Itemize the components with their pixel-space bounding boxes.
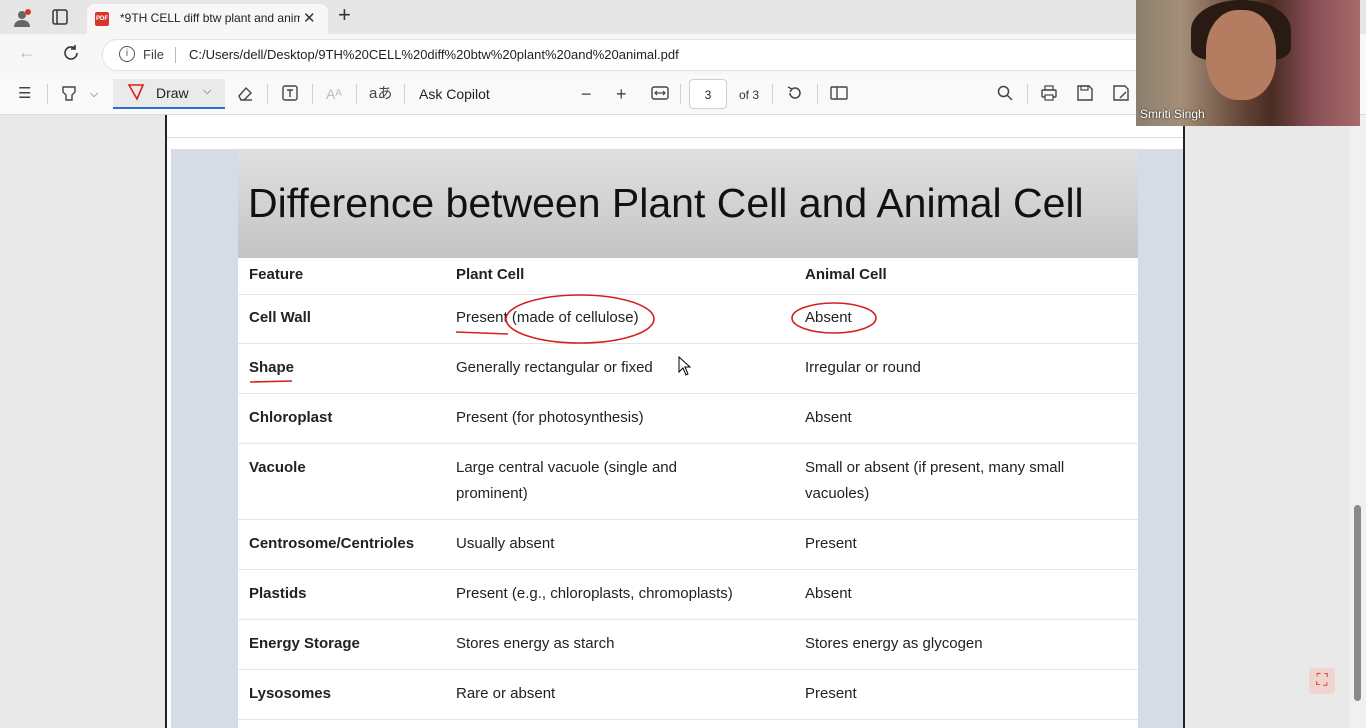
profile-icon[interactable] xyxy=(12,8,32,32)
toolbar-divider xyxy=(47,84,48,104)
cell-animal: Absent xyxy=(805,585,852,602)
new-tab-icon[interactable]: + xyxy=(338,4,351,26)
close-tab-icon[interactable]: ✕ xyxy=(303,9,316,27)
toolbar-divider xyxy=(817,84,818,104)
url-divider xyxy=(175,47,176,63)
cell-plant: Rare or absent xyxy=(456,685,556,702)
mouse-cursor-icon xyxy=(678,356,692,376)
chevron-down-icon[interactable]: ⌵ xyxy=(203,85,211,98)
url-text[interactable]: C:/Users/dell/Desktop/9TH%20CELL%20diff%… xyxy=(189,47,679,62)
table-row: Lysosomes Rare or absent Present xyxy=(238,669,1138,720)
cell-feature: Energy Storage xyxy=(249,635,360,652)
highlight-icon[interactable] xyxy=(60,84,78,108)
cell-animal: Irregular or round xyxy=(805,359,921,376)
zoom-out-icon[interactable]: − xyxy=(581,84,592,104)
zoom-in-icon[interactable]: + xyxy=(616,84,627,104)
read-aloud-icon: Aᴬ xyxy=(326,86,342,102)
ask-copilot-button[interactable]: Ask Copilot xyxy=(419,84,490,104)
rotate-icon[interactable] xyxy=(786,84,804,108)
page-total: of 3 xyxy=(739,88,760,102)
header-animal: Animal Cell xyxy=(805,266,887,283)
print-icon[interactable] xyxy=(1040,84,1058,108)
cell-feature: Chloroplast xyxy=(249,409,333,426)
search-icon[interactable] xyxy=(996,84,1014,108)
info-icon[interactable]: i xyxy=(119,46,135,62)
eraser-icon[interactable] xyxy=(236,84,254,108)
toolbar-divider xyxy=(404,84,405,104)
cell-feature: Cell Wall xyxy=(249,309,311,326)
cell-plant: Usually absent xyxy=(456,535,555,552)
toolbar-divider xyxy=(772,84,773,104)
toolbar-divider xyxy=(312,84,313,104)
header-plant: Plant Cell xyxy=(456,266,525,283)
pdf-page: Difference between Plant Cell and Animal… xyxy=(165,115,1185,728)
cell-feature: Lysosomes xyxy=(249,685,331,702)
webcam-person xyxy=(1206,10,1276,100)
table-row: Chloroplast Present (for photosynthesis)… xyxy=(238,393,1138,444)
file-label: File xyxy=(143,47,164,62)
refresh-icon[interactable] xyxy=(62,44,80,66)
table-row: Cell Wall Present (made of cellulose) Ab… xyxy=(238,294,1138,344)
cell-plant: Large central vacuole (single and promin… xyxy=(456,459,677,502)
document-viewer[interactable]: Difference between Plant Cell and Animal… xyxy=(0,115,1366,728)
cell-animal: Absent xyxy=(805,409,852,426)
page-view-icon[interactable] xyxy=(830,84,848,108)
pdf-icon: PDF xyxy=(95,12,109,26)
table-header-row: Feature Plant Cell Animal Cell xyxy=(238,258,1138,295)
cell-animal: Small or absent (if present, many small … xyxy=(805,459,1065,502)
toolbar-divider xyxy=(267,84,268,104)
translate-icon[interactable]: aあ xyxy=(369,84,392,104)
back-icon[interactable]: ← xyxy=(18,43,36,61)
fit-width-icon[interactable] xyxy=(651,84,669,108)
tab-active[interactable]: PDF *9TH CELL diff btw plant and anim ✕ xyxy=(87,4,328,34)
cell-feature: Shape xyxy=(249,359,295,376)
cell-animal: Present xyxy=(805,535,857,552)
page-divider xyxy=(167,137,1183,138)
cell-plant: Present (e.g., chloroplasts, chromoplast… xyxy=(456,585,733,602)
title-band: Difference between Plant Cell and Animal… xyxy=(238,150,1138,258)
page-number-input[interactable]: 3 xyxy=(689,79,727,109)
cell-plant: Generally rectangular or fixed xyxy=(456,359,653,376)
webcam-name-label: Smriti Singh xyxy=(1140,107,1205,121)
slide: Difference between Plant Cell and Animal… xyxy=(238,150,1138,728)
header-feature: Feature xyxy=(249,266,304,283)
scrollbar[interactable] xyxy=(1350,115,1366,728)
draw-label: Draw xyxy=(156,85,189,101)
cell-plant: Present (for photosynthesis) xyxy=(456,409,644,426)
webcam-overlay: Smriti Singh xyxy=(1136,0,1360,126)
draw-button[interactable]: Draw ⌵ xyxy=(113,79,225,109)
cell-plant: Present (made of cellulose) xyxy=(456,309,639,326)
save-icon[interactable] xyxy=(1076,84,1094,108)
cell-plant: Stores energy as starch xyxy=(456,635,615,652)
cell-animal: Stores energy as glycogen xyxy=(805,635,983,652)
table-row: Centrosome/Centrioles Usually absent Pre… xyxy=(238,519,1138,570)
cell-feature: Plastids xyxy=(249,585,307,602)
table-row: Vacuole Large central vacuole (single an… xyxy=(238,443,1138,520)
save-as-icon[interactable] xyxy=(1112,84,1130,108)
cell-animal: Absent xyxy=(805,309,852,326)
url-field[interactable]: i File C:/Users/dell/Desktop/9TH%20CELL%… xyxy=(102,39,1154,71)
tab-actions-icon[interactable] xyxy=(52,9,68,29)
contents-icon[interactable]: ☰ xyxy=(18,84,31,104)
cell-feature: Centrosome/Centrioles xyxy=(249,535,415,552)
cell-feature: Vacuole xyxy=(249,459,306,476)
text-box-icon[interactable] xyxy=(281,84,299,108)
tab-title: *9TH CELL diff btw plant and anim xyxy=(120,11,300,25)
cell-animal: Present xyxy=(805,685,857,702)
table-row: Energy Storage Stores energy as starch S… xyxy=(238,619,1138,670)
scroll-thumb[interactable] xyxy=(1354,505,1361,701)
chevron-down-icon[interactable]: ⌵ xyxy=(90,84,98,104)
pen-icon xyxy=(127,83,145,106)
acrobat-icon[interactable]: ⛶ xyxy=(1309,668,1335,694)
slide-title: Difference between Plant Cell and Animal… xyxy=(248,180,1084,226)
table-row: Plastids Present (e.g., chloroplasts, ch… xyxy=(238,569,1138,620)
toolbar-divider xyxy=(356,84,357,104)
toolbar-divider xyxy=(680,84,681,104)
toolbar-divider xyxy=(1027,84,1028,104)
